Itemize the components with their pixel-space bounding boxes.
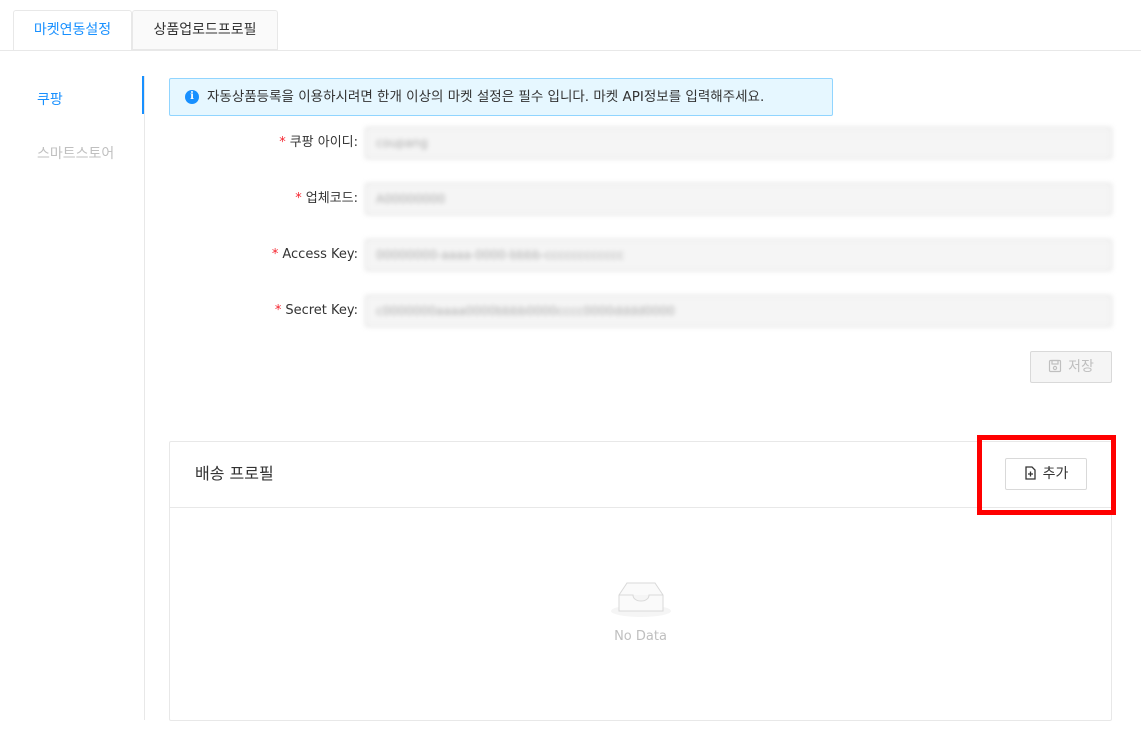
access-key-label: * Access Key:	[271, 247, 358, 262]
side-item-coupang[interactable]: 쿠팡	[37, 89, 63, 109]
save-button[interactable]: 저장	[1030, 351, 1112, 383]
tab-product-upload-profile[interactable]: 상품업로드프로필	[132, 10, 278, 50]
form-row-vendor-code: * 업체코드: A00000000	[169, 183, 1112, 215]
tab-market-integration[interactable]: 마켓연동설정	[13, 10, 132, 51]
highlight-box	[977, 435, 1116, 515]
side-item-smartstore[interactable]: 스마트스토어	[37, 143, 114, 163]
coupang-id-input[interactable]: coupang	[365, 127, 1112, 159]
side-menu: 쿠팡 스마트스토어	[0, 76, 145, 720]
secret-key-input[interactable]: c0000000aaaa0000bbbb0000cccc0000dddd0000	[365, 295, 1112, 327]
info-icon: i	[185, 90, 199, 104]
form-row-secret-key: * Secret Key: c0000000aaaa0000bbbb0000ccc…	[169, 295, 1112, 327]
tab-divider	[0, 50, 1141, 51]
shipping-profile-card: 배송 프로필 추가 No Data	[169, 441, 1112, 721]
access-key-input[interactable]: 00000000-aaaa-0000-bbbb-cccccccccccc	[365, 239, 1112, 271]
empty-state-text: No Data	[614, 629, 667, 644]
alert-message: 자동상품등록을 이용하시려면 한개 이상의 마켓 설정은 필수 입니다. 마켓 …	[207, 89, 765, 105]
form-row-access-key: * Access Key: 00000000-aaaa-0000-bbbb-ccc…	[169, 239, 1112, 271]
shipping-profile-title: 배송 프로필	[195, 464, 274, 483]
vendor-code-label: * 업체코드:	[295, 191, 358, 206]
side-menu-border	[144, 76, 145, 720]
form-row-coupang-id: * 쿠팡 아이디: coupang	[169, 127, 1112, 159]
shipping-profile-header: 배송 프로필 추가	[170, 442, 1111, 508]
inbox-icon	[611, 582, 671, 617]
top-tab-bar: 마켓연동설정 상품업로드프로필	[0, 0, 1141, 51]
save-button-label: 저장	[1068, 359, 1094, 375]
secret-key-label: * Secret Key:	[274, 303, 358, 318]
save-icon	[1049, 359, 1062, 373]
vendor-code-input[interactable]: A00000000	[365, 183, 1112, 215]
info-alert: i 자동상품등록을 이용하시려면 한개 이상의 마켓 설정은 필수 입니다. 마…	[169, 78, 833, 116]
coupang-id-label: * 쿠팡 아이디:	[279, 135, 358, 150]
